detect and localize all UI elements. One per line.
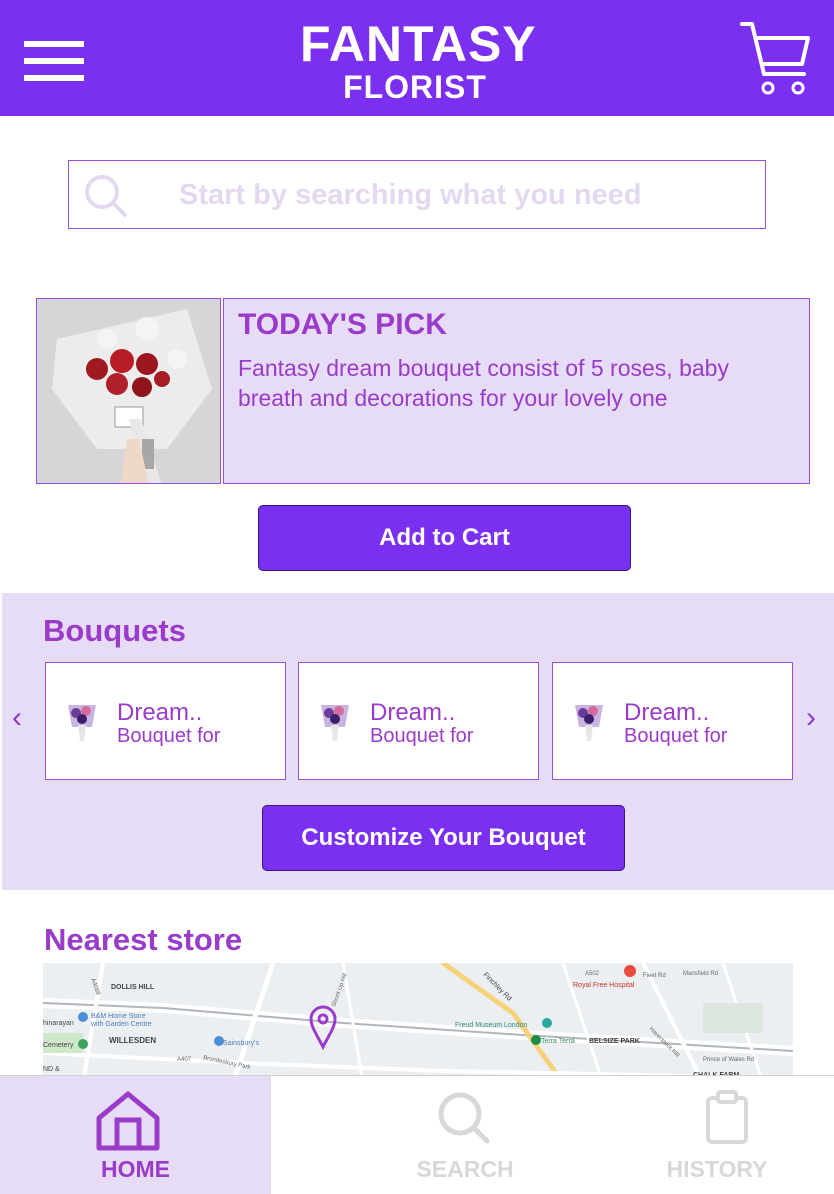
home-icon	[96, 1091, 160, 1151]
brand-name-line2: FLORIST	[343, 69, 487, 105]
map-label-willesden: WILLESDEN	[109, 1036, 156, 1045]
map-label-sainsburys: Sainsbury's	[223, 1040, 259, 1047]
map-label-bm-store: B&M Home Store	[91, 1013, 146, 1020]
cart-button[interactable]	[738, 18, 814, 98]
map-label-belsize: BELSIZE PARK	[589, 1038, 640, 1045]
nav-home[interactable]: HOME	[0, 1076, 271, 1194]
map-canvas: DOLLIS HILL A4088 B&M Home Store with Ga…	[43, 963, 793, 1083]
add-to-cart-button[interactable]: Add to Cart	[258, 505, 631, 571]
map-label-prince: Prince of Wales Rd	[703, 1057, 754, 1063]
carousel-next-arrow[interactable]: ›	[806, 701, 816, 735]
product-name: Dream..	[624, 699, 710, 726]
product-card[interactable]: Dream.. Bouquet for	[552, 662, 793, 780]
menu-line	[24, 75, 84, 81]
clipboard-icon	[706, 1090, 748, 1144]
map-label-shinarayan: hinarayan	[43, 1020, 74, 1027]
store-map[interactable]: DOLLIS HILL A4088 B&M Home Store with Ga…	[43, 963, 793, 1083]
todays-pick-description: Fantasy dream bouquet consist of 5 roses…	[238, 355, 729, 411]
product-subtitle: Bouquet for	[624, 725, 728, 747]
map-label-nd: ND &	[43, 1066, 60, 1073]
search-bar[interactable]	[68, 160, 766, 229]
search-icon	[438, 1092, 490, 1144]
bouquets-title: Bouquets	[43, 613, 186, 648]
product-card[interactable]: Dream.. Bouquet for	[45, 662, 286, 780]
map-label-dollis-hill: DOLLIS HILL	[111, 984, 155, 991]
hamburger-menu-button[interactable]	[22, 38, 86, 86]
product-name: Dream..	[370, 699, 456, 726]
carousel-prev-arrow[interactable]: ‹	[12, 701, 22, 735]
map-label-freud: Freud Museum London	[455, 1022, 527, 1029]
menu-line	[24, 58, 84, 64]
brand-name-line1: FANTASY	[300, 16, 537, 72]
map-label-a502: A502	[585, 971, 600, 977]
nav-history-label: HISTORY	[666, 1156, 768, 1182]
map-label-royal-free: Royal Free Hospital	[573, 982, 635, 989]
product-card[interactable]: Dream.. Bouquet for	[298, 662, 539, 780]
bouquets-section: Bouquets ‹ › Dream.. Bouquet for Dream..…	[2, 593, 834, 890]
customize-bouquet-button[interactable]: Customize Your Bouquet	[262, 805, 625, 871]
todays-pick-card[interactable]: TODAY'S PICK Fantasy dream bouquet consi…	[223, 298, 810, 484]
product-name: Dream..	[117, 699, 203, 726]
search-icon	[85, 175, 127, 217]
app-header: FANTASY FLORIST	[0, 0, 834, 116]
bouquet-thumbnail	[68, 705, 96, 741]
map-label-bm-store-2: with Garden Centre	[90, 1021, 152, 1028]
product-subtitle: Bouquet for	[370, 725, 474, 747]
bottom-navigation: HOME SEARCH HISTORY	[0, 1075, 834, 1194]
map-label-terra: Terra Terra	[541, 1038, 575, 1045]
map-label-fleet-rd: Fleet Rd	[643, 973, 666, 979]
nav-history[interactable]: HISTORY	[600, 1076, 834, 1194]
menu-line	[24, 41, 84, 47]
product-subtitle: Bouquet for	[117, 725, 221, 747]
map-label-a407: A407	[177, 1057, 192, 1063]
search-input[interactable]	[179, 175, 749, 215]
bouquet-thumbnail	[575, 705, 603, 741]
cart-icon	[740, 22, 810, 95]
todays-pick-image[interactable]	[36, 298, 221, 484]
nav-home-label: HOME	[101, 1156, 170, 1182]
bouquet-photo	[37, 299, 220, 483]
brand-logo[interactable]: FANTASY FLORIST	[300, 16, 537, 105]
todays-pick-title: TODAY'S PICK	[238, 308, 447, 341]
map-label-mansfield: Mansfield Rd	[683, 971, 718, 977]
bouquet-thumbnail	[321, 705, 349, 741]
nav-search[interactable]: SEARCH	[330, 1076, 600, 1194]
map-label-cemetery: Cemetery	[43, 1042, 74, 1049]
nearest-store-title: Nearest store	[44, 922, 243, 957]
nav-search-label: SEARCH	[416, 1156, 514, 1182]
